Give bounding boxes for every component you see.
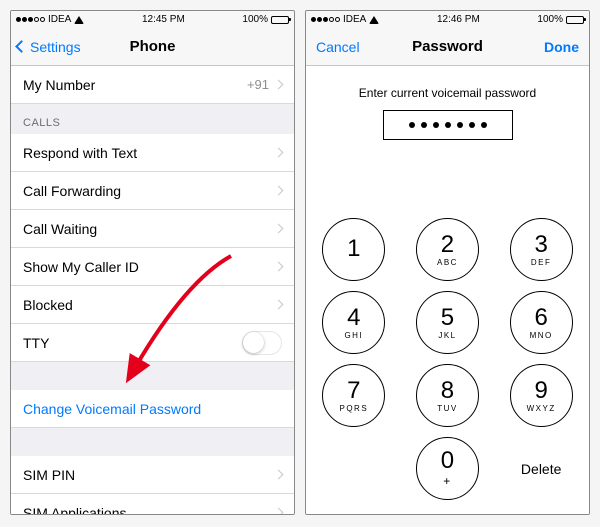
- my-number-value: +91: [247, 77, 269, 92]
- wifi-icon: [74, 16, 84, 24]
- key-letters: +: [443, 474, 452, 488]
- row-sim-applications[interactable]: SIM Applications: [11, 494, 294, 514]
- screen-voicemail-password: IDEA 12:46 PM 100% Cancel Password Done …: [305, 10, 590, 515]
- key-number: 8: [441, 379, 454, 403]
- change-vm-label: Change Voicemail Password: [23, 401, 282, 417]
- key-number: 1: [347, 237, 360, 261]
- wifi-icon: [369, 16, 379, 24]
- battery-pct: 100%: [242, 14, 268, 25]
- row-label: Show My Caller ID: [23, 259, 275, 275]
- spacer: [11, 428, 294, 456]
- chevron-right-icon: [274, 186, 284, 196]
- keypad-delete-button[interactable]: Delete: [510, 437, 573, 500]
- status-time: 12:45 PM: [142, 14, 185, 25]
- status-time: 12:46 PM: [437, 14, 480, 25]
- row-sim-pin[interactable]: SIM PIN: [11, 456, 294, 494]
- key-number: 4: [347, 306, 360, 330]
- row-tty: TTY: [11, 324, 294, 362]
- password-field[interactable]: [383, 110, 513, 140]
- chevron-right-icon: [274, 262, 284, 272]
- row-my-number[interactable]: My Number +91: [11, 66, 294, 104]
- keypad-key-9[interactable]: 9WXYZ: [510, 364, 573, 427]
- key-letters: MNO: [530, 331, 553, 340]
- chevron-left-icon: [15, 40, 28, 53]
- key-number: 5: [441, 306, 454, 330]
- carrier-label: IDEA: [48, 14, 71, 25]
- section-header-calls: CALLS: [11, 104, 294, 134]
- chevron-right-icon: [274, 148, 284, 158]
- key-letters: ABC: [437, 258, 458, 267]
- back-button[interactable]: Settings: [17, 28, 81, 65]
- key-letters: DEF: [531, 258, 552, 267]
- settings-list: My Number +91 CALLS Respond with Text Ca…: [11, 66, 294, 514]
- keypad-key-1[interactable]: 1: [322, 218, 385, 281]
- row-blocked[interactable]: Blocked: [11, 286, 294, 324]
- key-number: 2: [441, 233, 454, 257]
- tty-toggle[interactable]: [242, 331, 282, 355]
- nav-title: Password: [412, 38, 483, 55]
- spacer: [11, 362, 294, 390]
- key-number: 6: [534, 306, 547, 330]
- keypad-key-3[interactable]: 3DEF: [510, 218, 573, 281]
- keypad-key-4[interactable]: 4GHI: [322, 291, 385, 354]
- chevron-right-icon: [274, 80, 284, 90]
- keypad-key-8[interactable]: 8TUV: [416, 364, 479, 427]
- nav-bar: Cancel Password Done: [306, 28, 589, 66]
- battery-icon: [566, 16, 584, 24]
- signal-icon: [16, 17, 45, 22]
- row-label: Call Waiting: [23, 221, 275, 237]
- password-area: Enter current voicemail password 12ABC3D…: [306, 66, 589, 514]
- row-label: SIM Applications: [23, 505, 275, 515]
- row-label: SIM PIN: [23, 467, 275, 483]
- key-number: 7: [347, 379, 360, 403]
- row-respond-with-text[interactable]: Respond with Text: [11, 134, 294, 172]
- keypad-blank: [322, 437, 385, 500]
- cancel-button[interactable]: Cancel: [316, 28, 360, 65]
- my-number-label: My Number: [23, 77, 247, 93]
- row-label: Blocked: [23, 297, 275, 313]
- key-letters: JKL: [438, 331, 456, 340]
- row-change-voicemail-password[interactable]: Change Voicemail Password: [11, 390, 294, 428]
- row-label: Call Forwarding: [23, 183, 275, 199]
- key-letters: GHI: [344, 331, 363, 340]
- nav-title: Phone: [130, 38, 176, 55]
- key-letters: WXYZ: [527, 404, 556, 413]
- keypad-key-6[interactable]: 6MNO: [510, 291, 573, 354]
- status-bar: IDEA 12:45 PM 100%: [11, 11, 294, 28]
- chevron-right-icon: [274, 224, 284, 234]
- keypad-key-7[interactable]: 7PQRS: [322, 364, 385, 427]
- key-number: 0: [441, 449, 454, 473]
- key-letters: TUV: [437, 404, 458, 413]
- row-show-caller-id[interactable]: Show My Caller ID: [11, 248, 294, 286]
- carrier-label: IDEA: [343, 14, 366, 25]
- row-call-waiting[interactable]: Call Waiting: [11, 210, 294, 248]
- status-bar: IDEA 12:46 PM 100%: [306, 11, 589, 28]
- chevron-right-icon: [274, 300, 284, 310]
- row-label: Respond with Text: [23, 145, 275, 161]
- nav-bar: Settings Phone: [11, 28, 294, 66]
- key-number: 9: [534, 379, 547, 403]
- key-letters: PQRS: [339, 404, 368, 413]
- row-call-forwarding[interactable]: Call Forwarding: [11, 172, 294, 210]
- numeric-keypad: 1 2ABC 3DEF 4GHI 5JKL 6MNO 7PQRS 8TUV 9WXYZ 0+ Del…: [306, 208, 589, 514]
- signal-icon: [311, 17, 340, 22]
- tty-label: TTY: [23, 335, 242, 351]
- battery-pct: 100%: [537, 14, 563, 25]
- keypad-key-0[interactable]: 0+: [416, 437, 479, 500]
- key-number: 3: [534, 233, 547, 257]
- battery-icon: [271, 16, 289, 24]
- back-label: Settings: [30, 39, 81, 55]
- keypad-key-5[interactable]: 5JKL: [416, 291, 479, 354]
- chevron-right-icon: [274, 470, 284, 480]
- screen-phone-settings: IDEA 12:45 PM 100% Settings Phone My Num…: [10, 10, 295, 515]
- chevron-right-icon: [274, 508, 284, 514]
- password-prompt: Enter current voicemail password: [306, 86, 589, 100]
- keypad-key-2[interactable]: 2ABC: [416, 218, 479, 281]
- done-button[interactable]: Done: [544, 28, 579, 65]
